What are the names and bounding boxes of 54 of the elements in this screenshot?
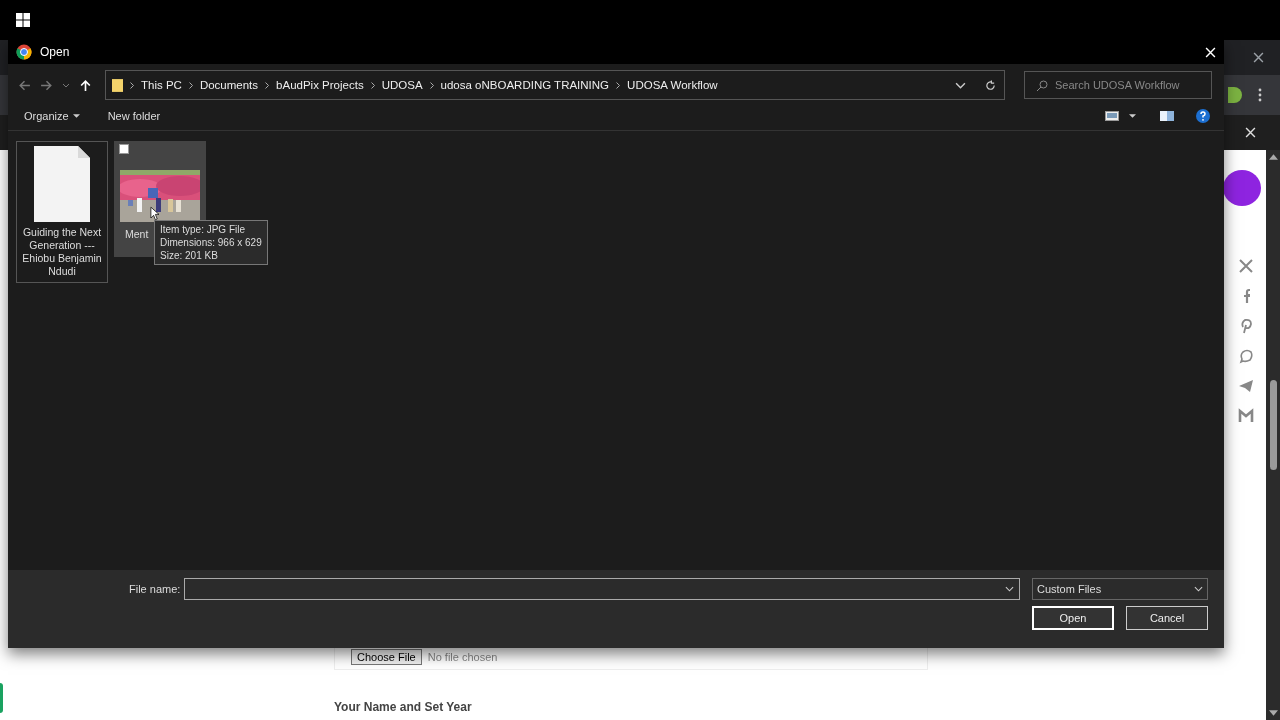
chevron-right-icon — [370, 81, 375, 89]
chevron-right-icon — [616, 81, 621, 89]
field-label: Your Name and Set Year — [334, 700, 473, 714]
refresh-icon[interactable] — [985, 79, 996, 91]
mail-icon[interactable] — [1238, 408, 1254, 424]
scrollbar-thumb[interactable] — [1269, 380, 1277, 470]
up-arrow-icon[interactable] — [79, 78, 92, 92]
cursor-icon — [150, 206, 159, 221]
chevron-right-icon — [429, 81, 434, 89]
chevron-right-icon — [130, 81, 134, 89]
chrome-icon — [16, 44, 32, 60]
folder-icon — [112, 78, 123, 92]
breadcrumb-item[interactable]: Documents — [199, 79, 259, 91]
organize-button[interactable]: Organize — [20, 106, 84, 126]
menu-icon[interactable] — [1258, 88, 1262, 102]
file-name: Ment — [124, 228, 149, 241]
breadcrumb-item[interactable]: UDOSA Workflow — [627, 79, 718, 91]
file-name: Guiding the Next Generation --- Ehiobu Benjamin Ndudi — [21, 226, 103, 278]
chevron-right-icon — [265, 81, 270, 89]
windows-logo-icon[interactable] — [16, 13, 30, 27]
file-name-label: File name: — [129, 583, 181, 595]
open-button[interactable]: Open — [1032, 606, 1114, 630]
whatsapp-icon[interactable] — [1238, 348, 1254, 364]
profile-avatar-icon[interactable] — [1228, 87, 1242, 103]
cancel-button[interactable]: Cancel — [1126, 606, 1208, 630]
search-icon — [1036, 80, 1048, 92]
scroll-down-icon[interactable] — [1268, 710, 1278, 716]
address-bar[interactable]: This PC Documents bAudPix Projects UDOSA udosa oNBOARDING TRAINING UDOSA Workflow — [105, 70, 1005, 100]
file-type-dropdown[interactable]: Custom Files — [1032, 578, 1208, 600]
chevron-right-icon — [188, 81, 193, 89]
breadcrumb-item[interactable]: bAudPix Projects — [276, 79, 364, 91]
chevron-down-icon[interactable] — [1005, 586, 1014, 592]
breadcrumb-item[interactable]: udosa oNBOARDING TRAINING — [440, 79, 610, 91]
scroll-up-icon[interactable] — [1268, 154, 1278, 160]
telegram-icon[interactable] — [1238, 378, 1254, 394]
search-field[interactable]: Search UDOSA Workflow — [1024, 71, 1212, 99]
document-icon — [34, 146, 90, 222]
x-icon[interactable] — [1238, 258, 1254, 274]
help-icon[interactable] — [1196, 109, 1210, 123]
back-arrow-icon[interactable] — [18, 78, 31, 92]
window-title: Open — [40, 45, 70, 59]
new-folder-button[interactable]: New folder — [103, 106, 165, 126]
breadcrumb-item[interactable]: UDOSA — [381, 79, 423, 91]
file-name-field[interactable] — [184, 578, 1020, 600]
scrollbar[interactable] — [1266, 150, 1280, 720]
file-item[interactable]: Guiding the Next Generation --- Ehiobu Benjamin Ndudi — [16, 141, 108, 283]
checkbox[interactable] — [119, 144, 129, 154]
pinterest-icon[interactable] — [1238, 318, 1254, 334]
floating-action-button[interactable] — [1223, 170, 1261, 206]
breadcrumb-item[interactable]: This PC — [141, 79, 182, 91]
forward-arrow-icon[interactable] — [40, 78, 53, 92]
close-icon[interactable] — [1253, 52, 1264, 63]
chevron-down-icon — [1194, 586, 1203, 592]
view-icon[interactable] — [1105, 111, 1119, 121]
